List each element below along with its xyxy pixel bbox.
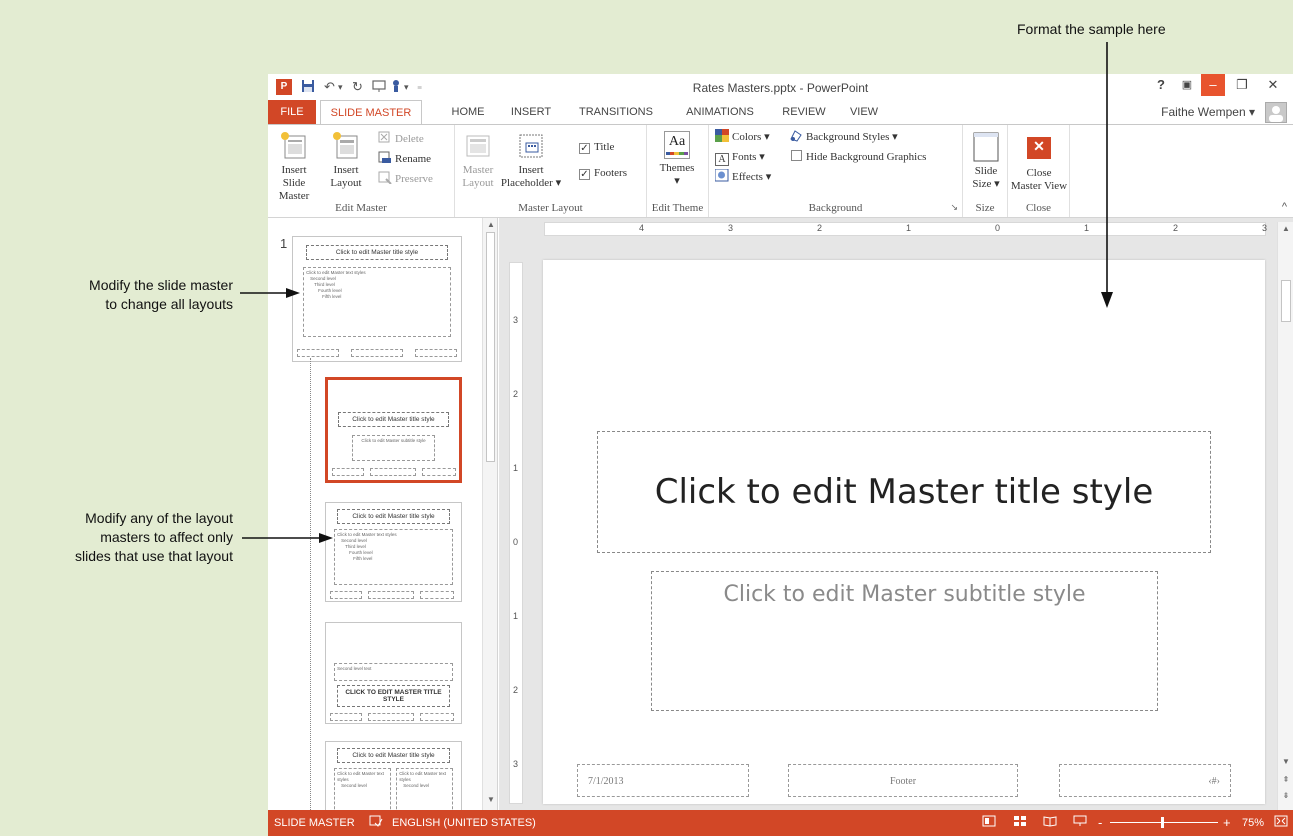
callout-arrows [240, 42, 1113, 543]
arrow-layout-masters [242, 533, 333, 543]
arrow-slide-master [240, 288, 300, 298]
arrow-format-sample [1101, 42, 1113, 308]
